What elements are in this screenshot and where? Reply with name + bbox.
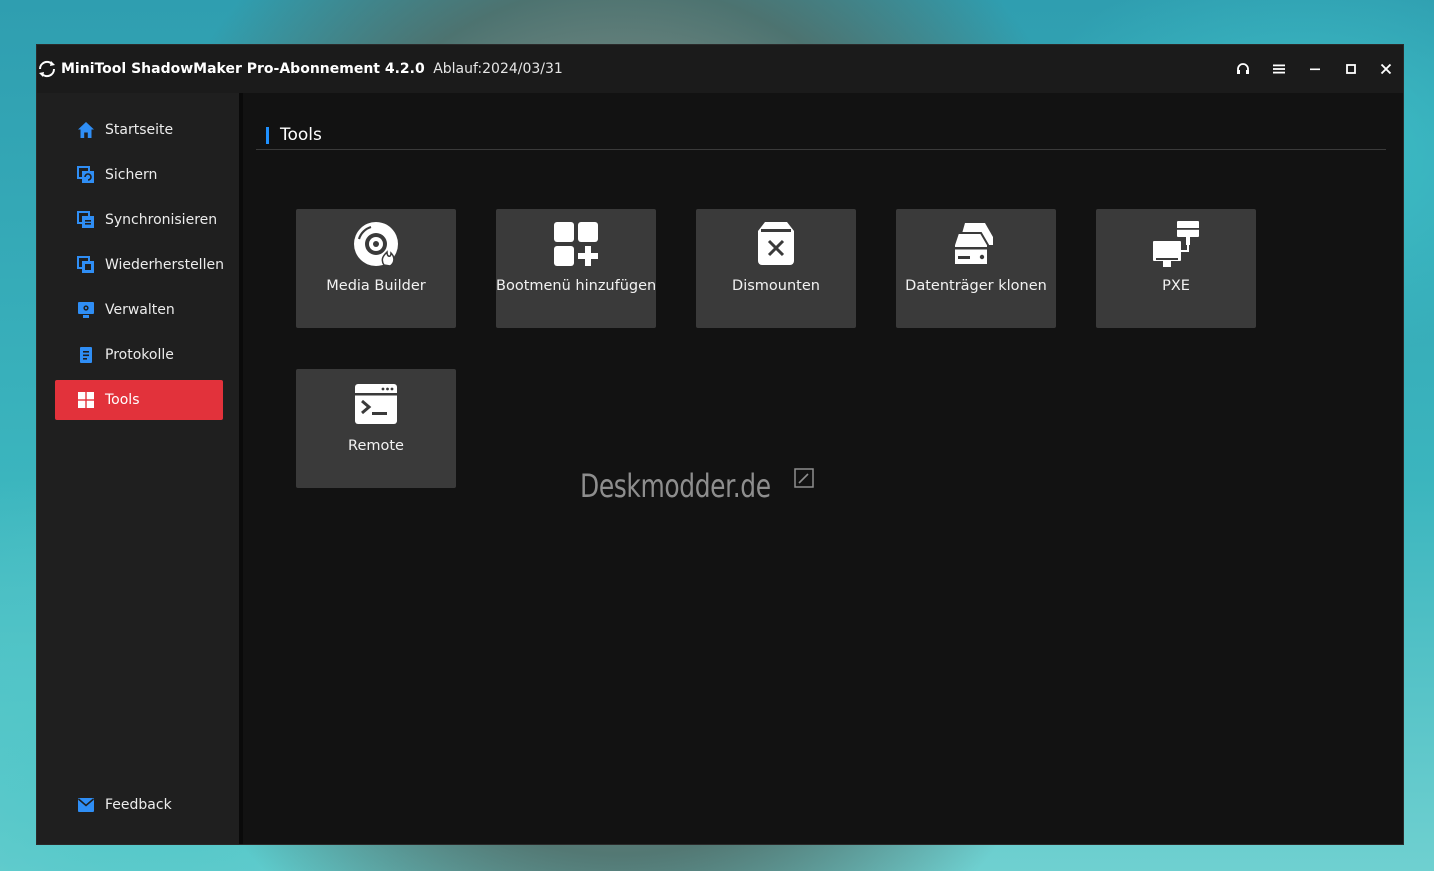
tool-tile-dismount[interactable]: Dismounten xyxy=(696,209,856,328)
menu-button[interactable] xyxy=(1269,59,1289,79)
tool-tile-remote[interactable]: Remote xyxy=(296,369,456,488)
restore-icon xyxy=(77,256,94,273)
dismount-icon xyxy=(758,222,794,265)
window-title: MiniTool ShadowMaker Pro-Abonnement 4.2.… xyxy=(61,60,563,78)
hamburger-menu-icon xyxy=(1273,64,1285,74)
minimize-icon xyxy=(1310,68,1320,71)
watermark-text: Deskmodder.de xyxy=(580,467,771,505)
sidebar-item-verwalten[interactable]: Verwalten xyxy=(55,290,223,330)
section-accent-bar xyxy=(266,127,269,144)
tool-tile-label: Remote xyxy=(348,438,404,454)
feedback-label: Feedback xyxy=(105,797,172,813)
mail-icon xyxy=(77,798,95,812)
headset-icon xyxy=(1237,63,1249,74)
watermark-pen-icon xyxy=(794,468,814,488)
headset-support-button[interactable] xyxy=(1233,59,1253,79)
close-icon xyxy=(1380,63,1392,75)
tool-tile-pxe[interactable]: PXE xyxy=(1096,209,1256,328)
sidebar-item-label: Wiederherstellen xyxy=(105,257,224,273)
app-logo-icon xyxy=(38,60,56,78)
sidebar-item-synchronisieren[interactable]: Synchronisieren xyxy=(55,200,223,240)
sidebar-item-label: Synchronisieren xyxy=(105,212,218,228)
tool-tile-label: Media Builder xyxy=(326,278,426,294)
tool-tile-media-builder[interactable]: Media Builder xyxy=(296,209,456,328)
logs-icon xyxy=(80,347,92,363)
app-window: MiniTool ShadowMaker Pro-Abonnement 4.2.… xyxy=(37,45,1403,844)
tool-tile-label: Dismounten xyxy=(732,278,820,294)
backup-icon xyxy=(77,166,94,183)
section-header: Tools xyxy=(256,123,1386,150)
sidebar-item-startseite[interactable]: Startseite xyxy=(55,110,223,150)
tools-icon xyxy=(78,392,94,408)
tool-tile-label: Bootmenü hinzufügen xyxy=(496,278,657,294)
minimize-button[interactable] xyxy=(1305,59,1325,79)
title-bar: MiniTool ShadowMaker Pro-Abonnement 4.2.… xyxy=(37,45,1403,93)
close-button[interactable] xyxy=(1376,59,1396,79)
sidebar: Startseite Sichern Synchronisieren Wiede… xyxy=(37,93,239,844)
media-builder-icon xyxy=(354,222,398,267)
tool-tile-label: PXE xyxy=(1162,278,1190,294)
maximize-button[interactable] xyxy=(1341,59,1361,79)
main-content: Tools Media Builder Bootmenü hinzufügen … xyxy=(243,93,1403,844)
subscription-expiry: Ablauf:2024/03/31 xyxy=(433,61,563,77)
feedback-button[interactable]: Feedback xyxy=(55,785,223,825)
sidebar-item-label: Tools xyxy=(105,392,140,408)
add-boot-menu-icon xyxy=(554,222,598,266)
page-title: Tools xyxy=(280,125,322,145)
remote-icon xyxy=(355,384,397,424)
app-name: MiniTool ShadowMaker Pro-Abonnement 4.2.… xyxy=(61,61,425,77)
manage-icon xyxy=(78,302,94,318)
sidebar-item-sichern[interactable]: Sichern xyxy=(55,155,223,195)
sidebar-item-wiederherstellen[interactable]: Wiederherstellen xyxy=(55,245,224,285)
home-icon xyxy=(78,122,94,138)
sidebar-item-label: Startseite xyxy=(105,122,174,138)
tool-tile-label: Datenträger klonen xyxy=(905,278,1047,294)
tool-tile-clone-disk[interactable]: Datenträger klonen xyxy=(896,209,1056,328)
sidebar-item-tools[interactable]: Tools xyxy=(55,380,223,420)
sidebar-item-label: Verwalten xyxy=(105,302,175,318)
maximize-icon xyxy=(1346,64,1356,74)
sidebar-item-label: Sichern xyxy=(105,167,158,183)
pxe-icon xyxy=(1153,221,1199,267)
clone-disk-icon xyxy=(953,223,993,266)
sidebar-item-label: Protokolle xyxy=(105,347,174,363)
sync-icon xyxy=(77,211,94,228)
sidebar-item-protokolle[interactable]: Protokolle xyxy=(55,335,223,375)
tool-tile-add-boot-menu[interactable]: Bootmenü hinzufügen xyxy=(496,209,656,328)
